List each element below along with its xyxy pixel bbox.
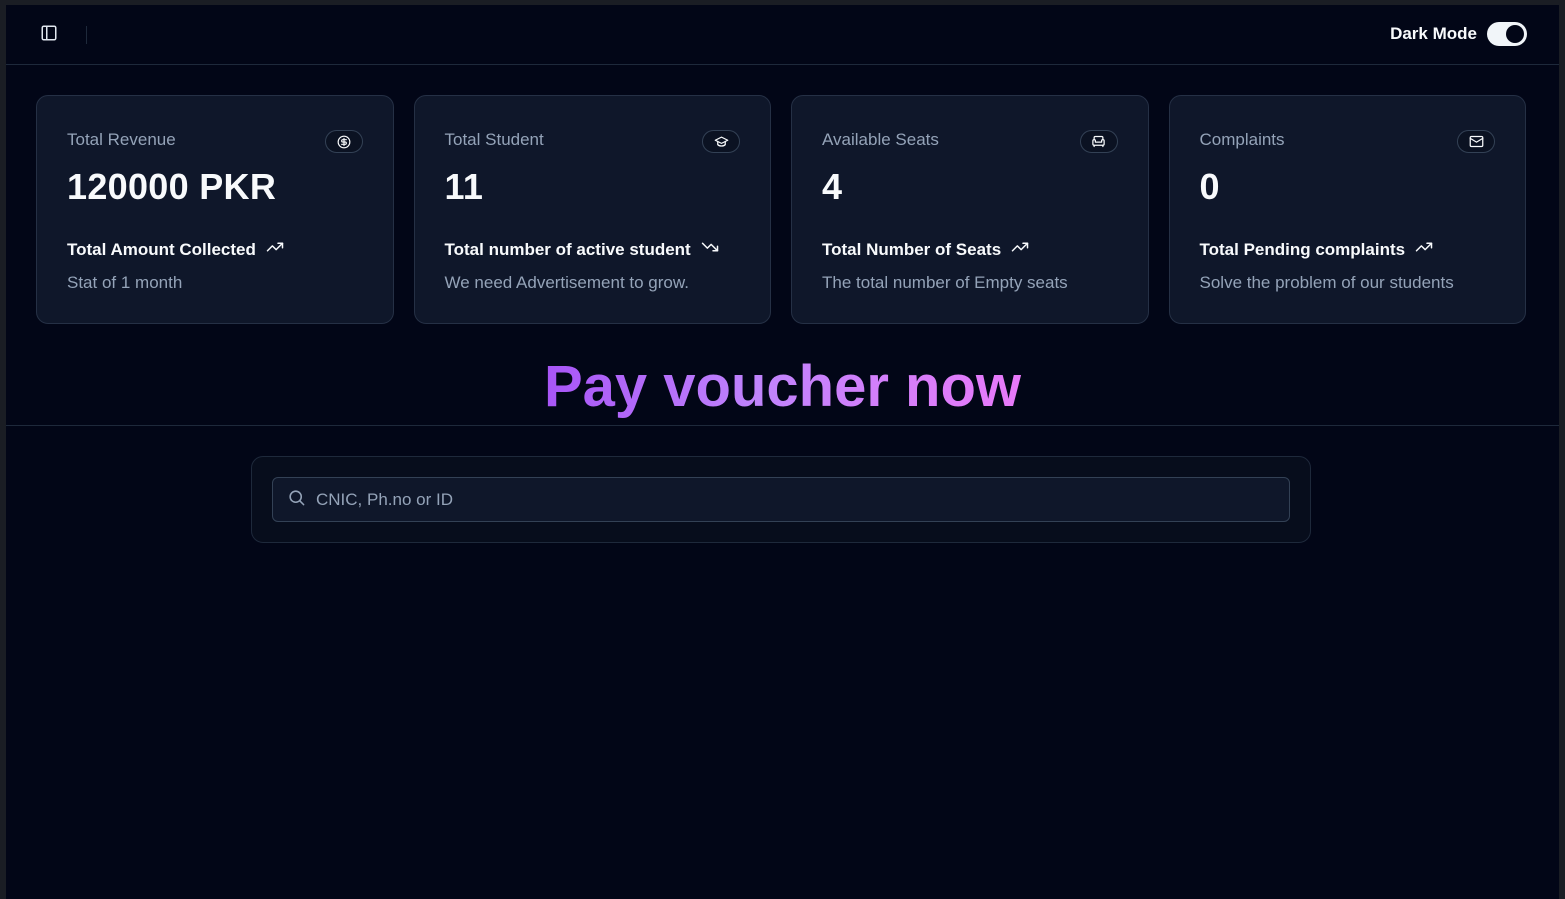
card-description: Solve the problem of our students [1199, 273, 1454, 292]
section-divider [6, 425, 1559, 426]
stat-card-complaints: Complaints 0 Total Pending complaints So… [1168, 95, 1526, 324]
card-description: Stat of 1 month [67, 273, 183, 292]
dark-mode-switch[interactable] [1487, 22, 1527, 46]
graduation-cap-icon [702, 130, 740, 153]
card-subtitle: Total Number of Seats [822, 238, 1029, 261]
stat-card-revenue: Total Revenue 120000 PKR Total Amount Co… [36, 95, 394, 324]
armchair-icon [1079, 130, 1118, 153]
card-subtitle: Total Amount Collected [67, 238, 284, 261]
search-input[interactable] [316, 489, 1289, 510]
trending-down-icon [701, 238, 719, 261]
top-bar: Dark Mode [6, 5, 1559, 65]
search-icon [287, 488, 306, 512]
card-title: Total Revenue [67, 130, 176, 149]
card-description: The total number of Empty seats [822, 273, 1068, 292]
dollar-sign-icon [324, 130, 363, 153]
stat-card-seats: Available Seats 4 Total Number of Seats [791, 95, 1149, 324]
card-subtitle-text: Total Pending complaints [1199, 239, 1406, 259]
card-subtitle-text: Total Number of Seats [822, 239, 1002, 259]
card-title: Available Seats [822, 130, 939, 149]
dark-mode-control: Dark Mode [1390, 22, 1527, 46]
search-box [272, 477, 1290, 522]
card-description: We need Advertisement to grow. [444, 273, 689, 292]
stat-card-students: Total Student 11 Total number of active … [413, 95, 771, 324]
card-title: Total Student [444, 130, 544, 149]
stats-cards: Total Revenue 120000 PKR Total Amount Co… [36, 95, 1526, 324]
card-subtitle: Total Pending complaints [1200, 238, 1434, 261]
card-subtitle: Total number of active student [445, 238, 719, 261]
page-heading-text: Pay voucher now [544, 353, 1021, 427]
trending-up-icon [1415, 238, 1433, 261]
page-heading: Pay voucher now [6, 353, 1559, 427]
trending-up-icon [266, 238, 284, 261]
topbar-separator [86, 26, 87, 44]
app-frame: Dark Mode Total Revenue 120000 PKR Total… [6, 5, 1559, 899]
card-subtitle-text: Total number of active student [444, 239, 691, 259]
card-value: 0 [1199, 166, 1220, 207]
sidebar-toggle-button[interactable] [34, 20, 64, 50]
card-value: 4 [822, 166, 843, 207]
search-card [251, 456, 1311, 543]
mail-icon [1457, 130, 1495, 153]
card-title: Complaints [1199, 130, 1285, 149]
dark-mode-label: Dark Mode [1390, 24, 1477, 43]
card-value: 11 [444, 166, 484, 207]
card-subtitle-text: Total Amount Collected [67, 239, 256, 259]
switch-knob [1506, 25, 1524, 43]
card-value: 120000 PKR [67, 166, 277, 207]
trending-up-icon [1011, 238, 1029, 261]
panel-left-icon [40, 24, 58, 47]
